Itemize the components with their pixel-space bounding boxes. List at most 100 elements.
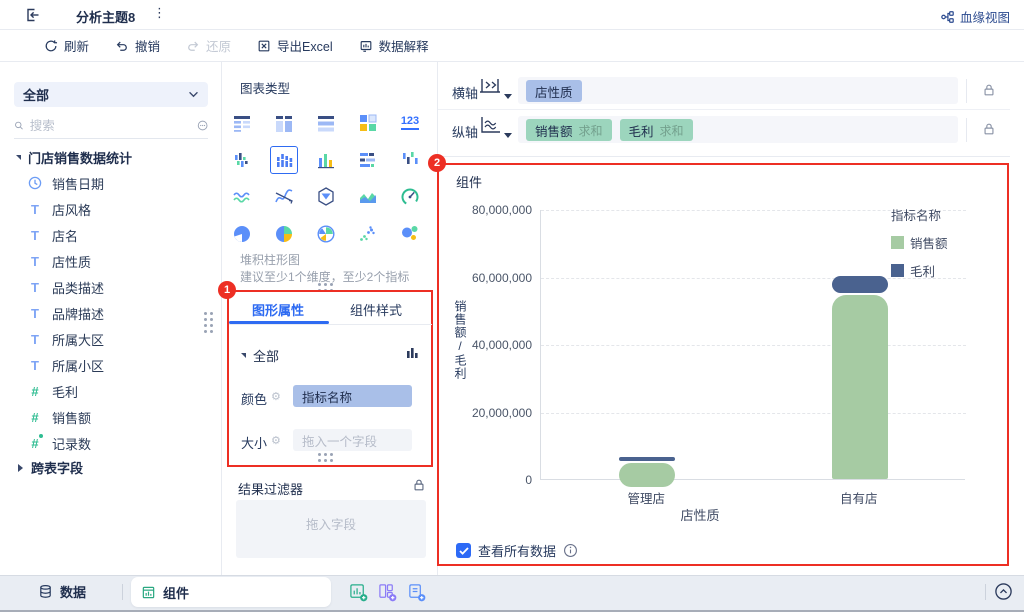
- chevron-up-circle-icon: [994, 582, 1013, 601]
- chart-type-group-table-icon[interactable]: [263, 104, 305, 141]
- bar-segment-sales[interactable]: [619, 463, 675, 487]
- tab-component-style[interactable]: 组件样式: [350, 300, 402, 319]
- legend-item[interactable]: 毛利: [891, 261, 948, 280]
- chart-type-stacked-column-icon-selected[interactable]: [263, 141, 305, 178]
- add-component-button[interactable]: [349, 583, 368, 602]
- y-tick-label: 0: [427, 473, 532, 487]
- add-layout-button[interactable]: [378, 583, 397, 602]
- x-axis-lock-icon[interactable]: [982, 83, 996, 97]
- database-icon: [38, 584, 53, 599]
- chart-type-combo-line-icon[interactable]: [263, 178, 305, 215]
- exit-icon[interactable]: [24, 7, 40, 23]
- props-drag-handle-bottom[interactable]: [318, 453, 333, 462]
- y-axis-caret-icon[interactable]: [504, 133, 512, 138]
- chart-type-column-icon[interactable]: [305, 141, 347, 178]
- view-all-label: 查看所有数据: [478, 541, 556, 560]
- lineage-view-button[interactable]: 血缘视图: [940, 7, 1010, 26]
- y-axis-field-tag[interactable]: 销售额求和: [526, 119, 612, 141]
- chart-type-kpi-card-icon[interactable]: [347, 104, 389, 141]
- refresh-button[interactable]: 刷新: [44, 36, 89, 55]
- chart-type-range-column-icon[interactable]: [389, 141, 431, 178]
- chart-type-funnel-3d-icon[interactable]: [305, 178, 347, 215]
- field-item[interactable]: T品类描述: [0, 274, 222, 300]
- gear-icon[interactable]: ⚙: [271, 434, 281, 447]
- chart-type-bidirectional-bar-icon[interactable]: [221, 141, 263, 178]
- color-field-tag[interactable]: 指标名称: [293, 385, 412, 407]
- y-tick-label: 60,000,000: [427, 271, 532, 285]
- table-tree-header[interactable]: 门店销售数据统计: [16, 148, 132, 167]
- chart-type-bubble-icon[interactable]: [389, 215, 431, 252]
- y-axis-lock-icon[interactable]: [982, 122, 996, 136]
- legend-item[interactable]: 销售额: [891, 233, 948, 252]
- props-group-row[interactable]: 全部: [241, 346, 279, 365]
- x-axis-field-well[interactable]: [518, 77, 958, 104]
- data-explain-button[interactable]: 数据解释: [359, 36, 429, 55]
- field-item[interactable]: T店性质: [0, 248, 222, 274]
- field-item[interactable]: #毛利: [0, 378, 222, 404]
- tab-component-active[interactable]: 组件: [131, 577, 331, 607]
- result-filter-drop-zone[interactable]: 拖入字段: [236, 500, 426, 558]
- search-options-icon[interactable]: [197, 118, 208, 133]
- cross-table-fields-row[interactable]: 跨表字段: [18, 458, 83, 477]
- props-drag-handle-top[interactable]: [318, 283, 333, 292]
- gear-icon[interactable]: ⚙: [271, 390, 281, 403]
- field-item[interactable]: T店风格: [0, 196, 222, 222]
- chart-type-gauge-icon[interactable]: [389, 178, 431, 215]
- chart-type-stacked-bar-icon[interactable]: [347, 141, 389, 178]
- y-tick-label: 40,000,000: [427, 338, 532, 352]
- field-item[interactable]: 销售日期: [0, 170, 222, 196]
- collapse-panel-button[interactable]: [994, 582, 1013, 601]
- y-axis-shelf-label: 纵轴: [452, 122, 478, 141]
- component-chart-icon: [141, 585, 156, 600]
- chart-type-multi-pie-icon[interactable]: [263, 215, 305, 252]
- field-item[interactable]: T所属大区: [0, 326, 222, 352]
- tab-divider: [229, 324, 432, 325]
- x-axis-type-icon[interactable]: [478, 77, 502, 97]
- field-label: 记录数: [52, 434, 91, 453]
- field-item[interactable]: #记录数: [0, 430, 222, 456]
- field-item[interactable]: T店名: [0, 222, 222, 248]
- mini-bar-chart-icon: [406, 346, 420, 360]
- export-excel-button[interactable]: 导出Excel: [257, 36, 333, 55]
- field-item[interactable]: T品牌描述: [0, 300, 222, 326]
- bar-segment-profit[interactable]: [832, 276, 888, 293]
- chart-type-rose-icon[interactable]: [305, 215, 347, 252]
- bar-segment-profit[interactable]: [619, 457, 675, 461]
- y-axis-type-icon[interactable]: [478, 115, 502, 135]
- collapse-triangle-icon: [16, 155, 21, 160]
- chart-type-pie-icon[interactable]: [221, 215, 263, 252]
- add-report-button[interactable]: [407, 583, 426, 602]
- field-item[interactable]: T所属小区: [0, 352, 222, 378]
- chart-type-table-icon[interactable]: [221, 104, 263, 141]
- search-input[interactable]: [30, 119, 191, 133]
- chart-type-area-icon[interactable]: [347, 178, 389, 215]
- x-axis-caret-icon[interactable]: [504, 94, 512, 99]
- bar-segment-sales[interactable]: [832, 295, 888, 479]
- chart-type-line-icon[interactable]: [221, 178, 263, 215]
- y-axis-field-tag[interactable]: 毛利求和: [620, 119, 693, 141]
- size-drop-zone[interactable]: 拖入一个字段: [293, 429, 412, 451]
- text-field-icon: T: [28, 332, 42, 347]
- more-menu-icon[interactable]: ⋮: [153, 5, 166, 21]
- redo-button[interactable]: 还原: [186, 36, 231, 55]
- text-field-icon: T: [28, 228, 42, 243]
- field-item[interactable]: # 销售额: [0, 404, 222, 430]
- view-all-checkbox[interactable]: [456, 543, 471, 558]
- chart-type-cross-table-icon[interactable]: [305, 104, 347, 141]
- field-label: 店风格: [52, 200, 91, 219]
- field-label: 销售额: [52, 408, 91, 427]
- number-field-icon: #: [28, 410, 42, 425]
- tab-graphic-properties[interactable]: 图形属性: [252, 300, 304, 319]
- chart-type-indicator-icon[interactable]: 123: [389, 104, 431, 141]
- panel-resize-handle[interactable]: [204, 312, 213, 333]
- x-axis-field-tag[interactable]: 店性质: [526, 80, 582, 102]
- info-icon[interactable]: [563, 543, 578, 558]
- undo-button[interactable]: 撤销: [115, 36, 160, 55]
- legend-title: 指标名称: [891, 205, 948, 224]
- tab-data[interactable]: 数据: [38, 582, 86, 601]
- field-label: 品类描述: [52, 278, 104, 297]
- add-layout-icon: [378, 583, 397, 602]
- lock-icon[interactable]: [412, 478, 426, 492]
- chart-type-scatter-icon[interactable]: [347, 215, 389, 252]
- table-scope-selector[interactable]: 全部: [14, 82, 208, 107]
